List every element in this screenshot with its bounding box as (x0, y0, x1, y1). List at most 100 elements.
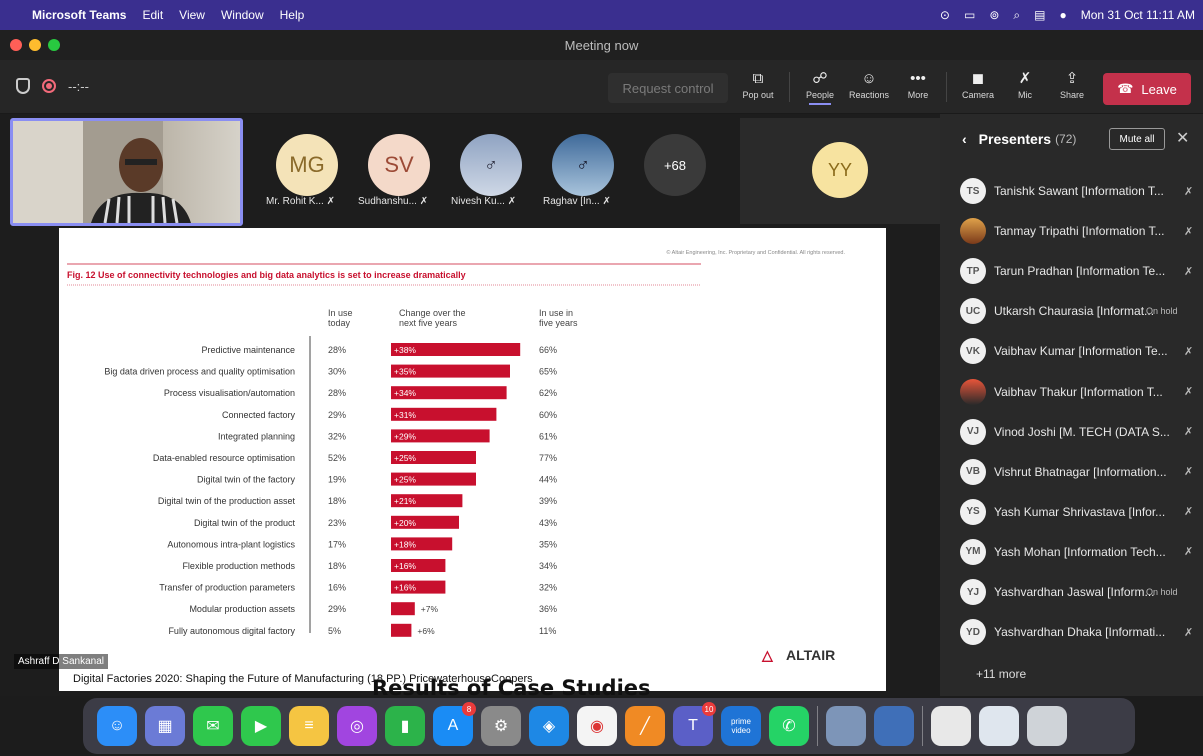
participant-avatar[interactable]: MG (276, 134, 338, 196)
close-icon[interactable]: ✕ (1176, 128, 1189, 148)
search-icon[interactable]: ⌕ (1013, 8, 1020, 23)
menu-help[interactable]: Help (280, 8, 305, 22)
siri-icon[interactable]: ● (1059, 8, 1066, 22)
change-label: +31% (394, 410, 416, 420)
control-center-icon[interactable]: ▤ (1034, 8, 1045, 22)
presenter-name: Vishrut Bhatnagar [Information... (994, 464, 1167, 479)
preview-icon[interactable] (826, 706, 866, 746)
prime-video-icon[interactable]: prime video (721, 706, 761, 746)
participant-avatar[interactable]: ♂ (460, 134, 522, 196)
camera-button[interactable]: ◼ Camera (954, 68, 1002, 108)
category-label: Connected factory (222, 410, 296, 420)
meeting-stage: MG Mr. Rohit K... ✗ SV Sudhanshu... ✗ ♂ … (0, 114, 940, 696)
facetime-icon[interactable]: ▶ (241, 706, 281, 746)
presenters-panel: ‹ Presenters (72) Mute all ✕ TS Tanishk S… (940, 114, 1203, 696)
presenter-row[interactable]: TP Tarun Pradhan [Information Te... ✗ (960, 256, 1200, 286)
mac-menu-bar: Microsoft Teams Edit View Window Help ⊙ … (0, 0, 1203, 30)
presenter-row[interactable]: VJ Vinod Joshi [M. TECH (DATA S... ✗ (960, 417, 1200, 447)
menu-app-name[interactable]: Microsoft Teams (32, 8, 126, 22)
zoom-window-button[interactable] (48, 39, 60, 51)
finder-icon[interactable]: ☺ (97, 706, 137, 746)
sublime-icon[interactable]: ╱ (625, 706, 665, 746)
trash-icon[interactable] (1027, 706, 1067, 746)
leave-button[interactable]: ☎ Leave (1103, 73, 1191, 105)
participant-name-text: Mr. Rohit K... (266, 196, 324, 207)
teams-icon[interactable]: T 10 (673, 702, 716, 746)
speaker-video[interactable] (10, 118, 243, 226)
presenter-row[interactable]: YS Yash Kumar Shrivastava [Infor... ✗ (960, 497, 1200, 527)
whatsapp-icon[interactable]: ✆ (769, 706, 809, 746)
people-button[interactable]: ☍ People (796, 68, 844, 108)
battery-icon[interactable]: ▭ (964, 8, 975, 22)
participant-avatar[interactable]: SV (368, 134, 430, 196)
menu-view[interactable]: View (179, 8, 205, 22)
minimize-window-button[interactable] (29, 39, 41, 51)
menu-datetime[interactable]: Mon 31 Oct 11:11 AM (1081, 8, 1195, 22)
category-label: Digital twin of the factory (197, 475, 296, 485)
category-label: Digital twin of the product (194, 518, 296, 528)
change-label: +25% (394, 475, 416, 485)
safari-icon[interactable]: ◈ (529, 706, 569, 746)
more-button[interactable]: ••• More (894, 68, 942, 108)
change-label: +25% (394, 453, 416, 463)
app-window-icon[interactable] (874, 706, 914, 746)
panel-header: ‹ Presenters (72) (962, 131, 1076, 147)
request-control-button[interactable]: Request control (608, 73, 728, 103)
more-label: More (907, 90, 929, 100)
participant-tile[interactable]: YY (740, 118, 940, 224)
mic-button[interactable]: ✗ Mic (1001, 68, 1049, 108)
column-header: five years (539, 318, 578, 328)
close-window-button[interactable] (10, 39, 22, 51)
presenter-avatar (960, 378, 986, 405)
presenter-row[interactable]: VB Vishrut Bhatnagar [Information... ✗ (960, 457, 1200, 487)
overflow-participants[interactable]: +68 (644, 134, 706, 196)
reactions-button[interactable]: ☺ Reactions (845, 68, 893, 108)
messages-icon[interactable]: ✉ (193, 706, 233, 746)
app-store-icon[interactable]: A8 (433, 702, 476, 746)
today-value: 17% (328, 539, 346, 549)
shield-icon (16, 78, 30, 94)
future-value: 61% (539, 431, 557, 441)
presenter-row[interactable]: YD Yashvardhan Dhaka [Informati... ✗ (960, 617, 1200, 647)
document-icon[interactable] (931, 706, 971, 746)
more-participants-link[interactable]: +11 more (976, 667, 1026, 681)
presenter-row[interactable]: UC Utkarsh Chaurasia [Informat... On hold (960, 296, 1200, 326)
presenter-row[interactable]: TS Tanishk Sawant [Information T... ✗ (960, 176, 1200, 206)
today-value: 18% (328, 561, 346, 571)
participant-name-text: Nivesh Ku... (451, 196, 505, 207)
today-value: 5% (328, 626, 341, 636)
minimized-window-icon[interactable] (979, 706, 1019, 746)
mic-off-icon: ✗ (1184, 466, 1194, 479)
menu-edit[interactable]: Edit (142, 8, 163, 22)
participant-name-text: Raghav [In... (543, 196, 600, 207)
notes-icon[interactable]: ≡ (289, 706, 329, 746)
presenter-row[interactable]: Vaibhav Thakur [Information T... ✗ (960, 377, 1200, 407)
share-button[interactable]: ⇪ Share (1048, 68, 1096, 108)
mic-off-icon: ✗ (1184, 345, 1194, 358)
back-chevron-icon[interactable]: ‹ (962, 131, 967, 147)
podcasts-icon[interactable]: ◎ (337, 706, 377, 746)
presenter-avatar (960, 218, 986, 245)
presenter-row[interactable]: Tanmay Tripathi [Information T... ✗ (960, 216, 1200, 246)
pop-out-button[interactable]: ⧉ Pop out (734, 68, 782, 108)
presenter-avatar: TS (960, 178, 986, 204)
presenter-name: Vinod Joshi [M. TECH (DATA S... (994, 424, 1170, 439)
more-icon: ••• (910, 70, 926, 87)
participant-avatar[interactable]: ♂ (552, 134, 614, 196)
category-label: Digital twin of the production asset (158, 496, 296, 506)
presenter-row[interactable]: VK Vaibhav Kumar [Information Te... ✗ (960, 336, 1200, 366)
mute-all-button[interactable]: Mute all (1109, 128, 1165, 150)
menu-window[interactable]: Window (221, 8, 264, 22)
presenter-row[interactable]: YJ Yashvardhan Jaswal [Inform... On hold (960, 577, 1200, 607)
presenter-name: Yash Mohan [Information Tech... (994, 544, 1166, 559)
link-icon[interactable]: ⊚ (989, 8, 999, 22)
numbers-icon[interactable]: ▮ (385, 706, 425, 746)
chrome-icon[interactable]: ◉ (577, 706, 617, 746)
presenter-row[interactable]: YM Yash Mohan [Information Tech... ✗ (960, 537, 1200, 567)
system-preferences-icon[interactable]: ⚙ (481, 706, 521, 746)
speaker-caption: Ashraff D Sankanal (14, 654, 108, 669)
presenter-name: Yashvardhan Dhaka [Informati... (994, 625, 1166, 640)
play-icon[interactable]: ⊙ (940, 8, 950, 22)
launchpad-icon[interactable]: ▦ (145, 706, 185, 746)
recording-icon (42, 79, 56, 93)
